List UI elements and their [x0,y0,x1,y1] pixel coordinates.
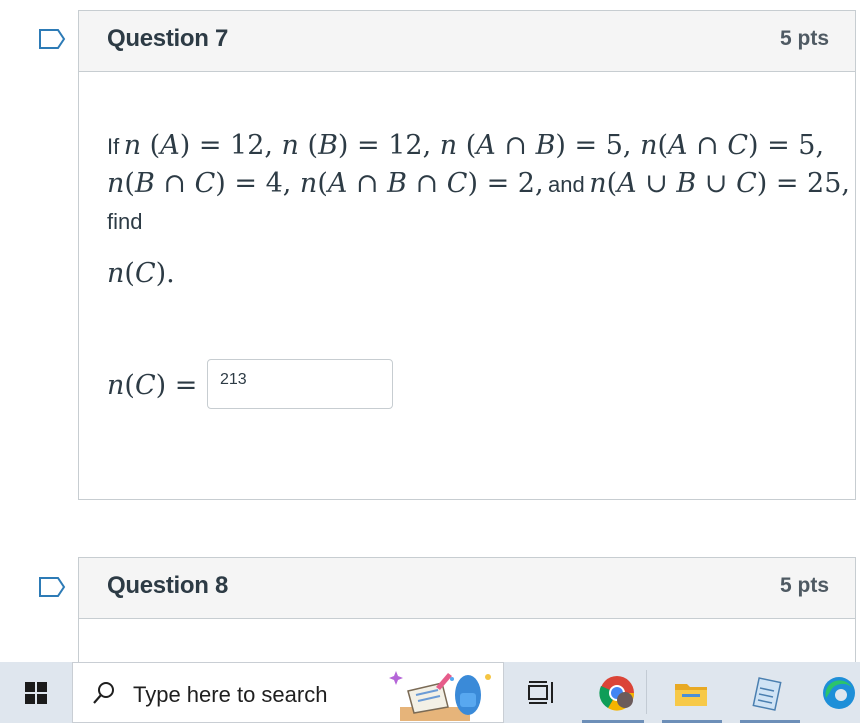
answer-label: n(C) = [107,370,198,401]
file-explorer-icon[interactable] [672,674,710,712]
taskbar-search-box[interactable]: Type here to search [72,662,504,723]
question-8-card: Question 8 5 pts [78,557,856,677]
question-text-line-3: find [107,209,143,234]
flag-question-icon[interactable] [38,28,66,50]
task-view-icon[interactable] [522,674,560,712]
search-placeholder: Type here to search [133,682,328,707]
taskbar-divider [646,670,647,714]
question-title: Question 7 [107,25,229,52]
windows-taskbar: Type here to search [0,662,860,723]
question-title: Question 8 [107,572,229,599]
flag-question-icon[interactable] [38,576,66,598]
question-target: n(C). [107,258,175,289]
notepad-icon[interactable] [748,674,786,712]
question-header: Question 8 5 pts [79,558,855,619]
question-7-card: Question 7 5 pts If n (A) = 12, n (B) = … [78,10,856,500]
question-header: Question 7 5 pts [79,11,855,72]
windows-start-icon[interactable] [0,662,72,723]
answer-input[interactable] [207,359,393,409]
question-points: 5 pts [779,574,829,597]
question-text-line-1: If n (A) = 12, n (B) = 12, n (A ∩ B) = 5… [107,130,825,161]
search-icon [93,682,114,704]
edge-icon[interactable] [820,674,858,712]
question-points: 5 pts [779,27,829,50]
chrome-icon[interactable] [598,674,636,712]
quiz-page: Question 7 5 pts If n (A) = 12, n (B) = … [0,0,860,723]
widget-icon[interactable] [386,667,498,721]
question-text-line-2: n(B ∩ C) = 4, n(A ∩ B ∩ C) = 2, and n(A … [107,168,850,199]
